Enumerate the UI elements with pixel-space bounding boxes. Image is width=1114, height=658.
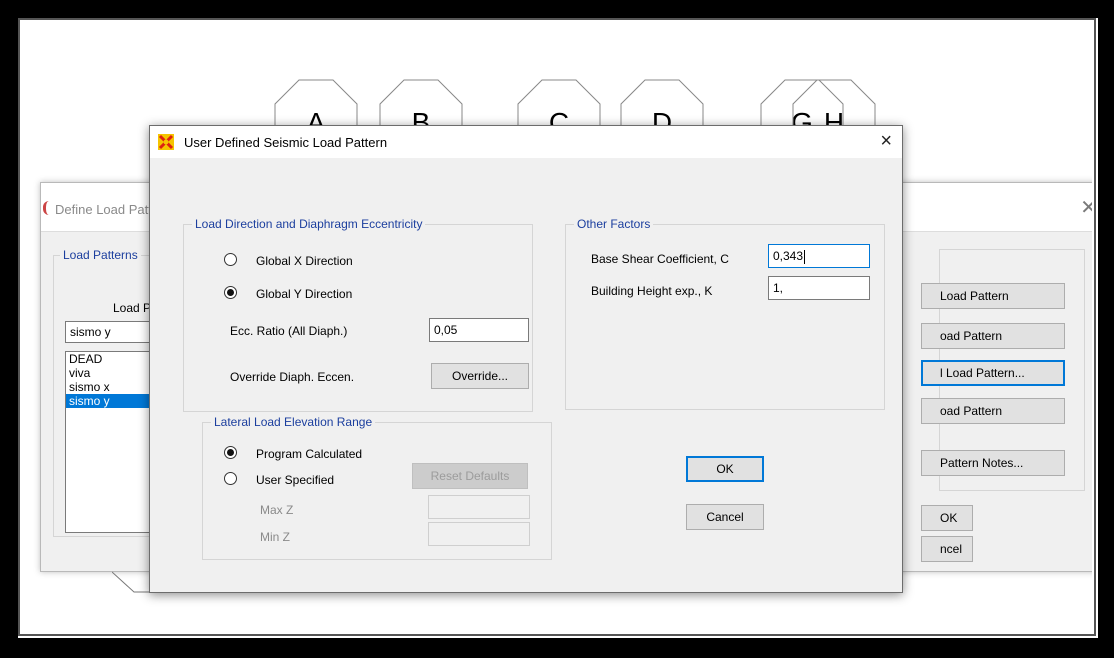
base-shear-input[interactable]: 0,343 bbox=[768, 244, 870, 268]
program-calculated-label: Program Calculated bbox=[256, 447, 363, 461]
height-exp-input[interactable]: 1, bbox=[768, 276, 870, 300]
bg-cancel-button[interactable]: ncel bbox=[921, 536, 973, 562]
delete-load-pattern-button[interactable]: oad Pattern bbox=[921, 398, 1065, 424]
bg-ok-button[interactable]: OK bbox=[921, 505, 973, 531]
global-y-label: Global Y Direction bbox=[256, 287, 353, 301]
user-specified-label: User Specified bbox=[256, 473, 335, 487]
group-label: Load Direction and Diaphragm Eccentricit… bbox=[192, 217, 426, 231]
base-shear-label: Base Shear Coefficient, C bbox=[591, 252, 729, 266]
dialog-title: User Defined Seismic Load Pattern bbox=[184, 135, 388, 150]
ecc-ratio-input[interactable]: 0,05 bbox=[429, 318, 529, 342]
cancel-button[interactable]: Cancel bbox=[686, 504, 764, 530]
global-x-radio[interactable] bbox=[224, 253, 237, 266]
sap-logo-icon bbox=[158, 134, 174, 150]
app-icon bbox=[43, 201, 54, 215]
ok-button[interactable]: OK bbox=[686, 456, 764, 482]
add-load-pattern-button[interactable]: Load Pattern bbox=[921, 283, 1065, 309]
min-z-label: Min Z bbox=[260, 530, 290, 544]
max-z-label: Max Z bbox=[260, 503, 294, 517]
show-pattern-notes-button[interactable]: Pattern Notes... bbox=[921, 450, 1065, 476]
global-x-label: Global X Direction bbox=[256, 254, 353, 268]
override-button[interactable]: Override... bbox=[431, 363, 529, 389]
height-exp-label: Building Height exp., K bbox=[591, 284, 713, 298]
close-icon[interactable]: ✕ bbox=[1080, 195, 1092, 220]
reset-defaults-button[interactable]: Reset Defaults bbox=[412, 463, 528, 489]
group-label: Lateral Load Elevation Range bbox=[211, 415, 376, 429]
min-z-input[interactable] bbox=[428, 522, 530, 546]
modify-lateral-load-pattern-button[interactable]: l Load Pattern... bbox=[921, 360, 1065, 386]
override-diaph-label: Override Diaph. Eccen. bbox=[230, 370, 355, 384]
max-z-input[interactable] bbox=[428, 495, 530, 519]
program-calculated-radio[interactable] bbox=[224, 446, 237, 459]
user-specified-radio[interactable] bbox=[224, 472, 237, 485]
dialog-titlebar: User Defined Seismic Load Pattern × bbox=[150, 126, 902, 158]
close-icon[interactable]: × bbox=[880, 130, 892, 153]
ecc-ratio-label: Ecc. Ratio (All Diaph.) bbox=[230, 324, 348, 338]
user-defined-seismic-load-pattern-dialog: User Defined Seismic Load Pattern × Load… bbox=[149, 125, 903, 593]
group-label: Load Patterns bbox=[60, 248, 141, 262]
modify-load-pattern-button[interactable]: oad Pattern bbox=[921, 323, 1065, 349]
group-label: Other Factors bbox=[574, 217, 654, 231]
global-y-radio[interactable] bbox=[224, 286, 237, 299]
text-caret bbox=[804, 249, 806, 264]
